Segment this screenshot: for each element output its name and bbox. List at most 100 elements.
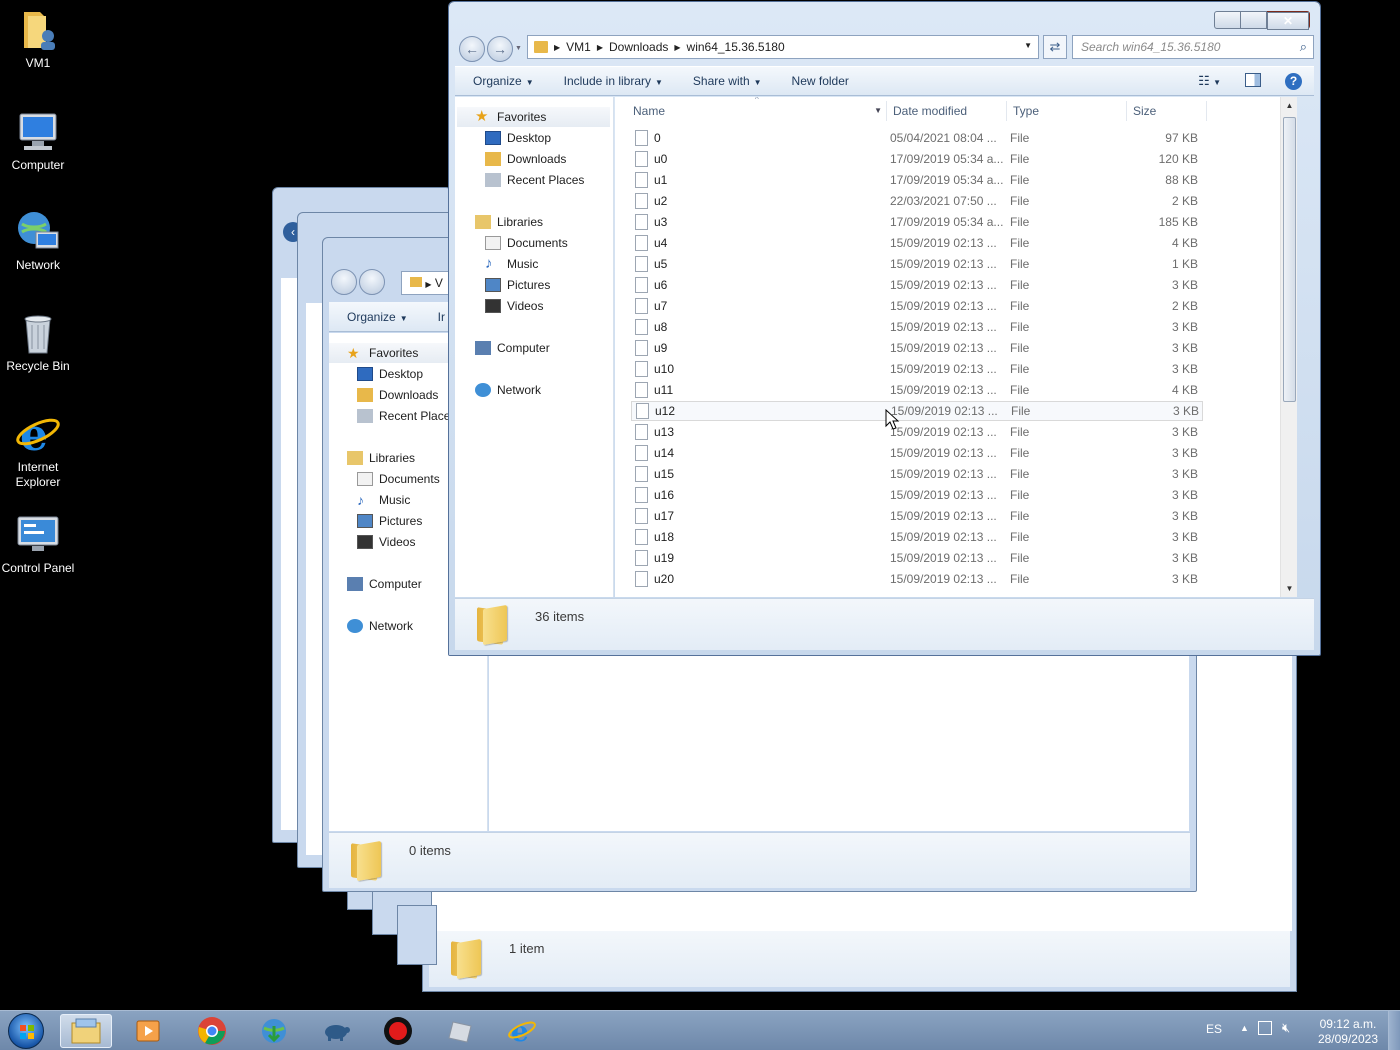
taskbar-recorder[interactable]: [372, 1014, 424, 1048]
forward-button[interactable]: [359, 269, 385, 295]
file-row[interactable]: u8 15/09/2019 02:13 ... File 3 KB: [631, 317, 1203, 337]
file-row[interactable]: u12 15/09/2019 02:13 ... File 3 KB: [631, 401, 1203, 421]
show-desktop-button[interactable]: [1388, 1011, 1400, 1050]
nav-downloads[interactable]: Downloads: [357, 385, 438, 405]
nav-music[interactable]: ♪ Music: [485, 254, 538, 274]
column-header-size[interactable]: Size: [1127, 101, 1207, 121]
maximize-button[interactable]: [1241, 11, 1267, 29]
nav-music[interactable]: ♪ Music: [357, 490, 410, 510]
file-row[interactable]: u5 15/09/2019 02:13 ... File 1 KB: [631, 254, 1203, 274]
file-row[interactable]: u9 15/09/2019 02:13 ... File 3 KB: [631, 338, 1203, 358]
include-in-library-button[interactable]: Include in library ▼: [564, 74, 663, 88]
nav-downloads[interactable]: Downloads: [485, 149, 566, 169]
organize-button[interactable]: Organize ▼: [473, 74, 534, 88]
taskbar-app-turtle[interactable]: [310, 1014, 362, 1048]
start-button[interactable]: [8, 1013, 44, 1049]
nav-documents[interactable]: Documents: [485, 233, 568, 253]
back-button[interactable]: ←: [459, 36, 485, 62]
help-icon[interactable]: ?: [1285, 73, 1302, 90]
file-row[interactable]: u10 15/09/2019 02:13 ... File 3 KB: [631, 359, 1203, 379]
nav-desktop[interactable]: Desktop: [485, 128, 551, 148]
column-header-type[interactable]: Type: [1007, 101, 1127, 121]
search-input[interactable]: Search win64_15.36.5180 ⌕: [1072, 35, 1314, 59]
nav-pictures[interactable]: Pictures: [357, 511, 422, 531]
breadcrumb-downloads[interactable]: Downloads: [609, 40, 668, 54]
file-row[interactable]: u11 15/09/2019 02:13 ... File 4 KB: [631, 380, 1203, 400]
nav-recent-places[interactable]: Recent Places: [485, 170, 584, 190]
vertical-scrollbar[interactable]: ▲ ▼: [1280, 97, 1297, 597]
file-row[interactable]: u7 15/09/2019 02:13 ... File 2 KB: [631, 296, 1203, 316]
taskbar-chrome[interactable]: [186, 1014, 238, 1048]
refresh-button[interactable]: ⇄: [1043, 35, 1067, 59]
file-row[interactable]: u6 15/09/2019 02:13 ... File 3 KB: [631, 275, 1203, 295]
taskbar-generic-app[interactable]: [434, 1014, 486, 1048]
file-row[interactable]: u4 15/09/2019 02:13 ... File 4 KB: [631, 233, 1203, 253]
share-with-button[interactable]: Share with ▼: [693, 74, 762, 88]
column-filter-dropdown[interactable]: ▼: [874, 106, 882, 115]
nav-network[interactable]: Network: [347, 616, 413, 636]
organize-button[interactable]: Organize ▼: [347, 310, 408, 324]
minimize-button[interactable]: [1214, 11, 1241, 29]
title-bar[interactable]: ✕: [449, 2, 1320, 32]
taskbar-media-player[interactable]: [122, 1014, 174, 1048]
show-hidden-icons-button[interactable]: ▲: [1240, 1023, 1249, 1033]
column-header-name[interactable]: Name ^ ▼: [625, 97, 887, 121]
nav-recent-places[interactable]: Recent Place: [357, 406, 450, 426]
desktop-icon-computer[interactable]: Computer: [0, 108, 76, 173]
breadcrumb-vm1[interactable]: VM1: [566, 40, 591, 54]
nav-pictures[interactable]: Pictures: [485, 275, 550, 295]
nav-libraries[interactable]: Libraries: [347, 448, 415, 468]
file-row[interactable]: u0 17/09/2019 05:34 a... File 120 KB: [631, 149, 1203, 169]
desktop-icon-vm1[interactable]: VM1: [0, 6, 76, 71]
scrollbar-thumb[interactable]: [1283, 117, 1296, 402]
breadcrumb-current-folder[interactable]: win64_15.36.5180: [687, 40, 785, 54]
preview-pane-button[interactable]: [1245, 73, 1261, 90]
file-row[interactable]: u19 15/09/2019 02:13 ... File 3 KB: [631, 548, 1203, 568]
network-status-icon[interactable]: [1258, 1021, 1272, 1035]
file-row[interactable]: u14 15/09/2019 02:13 ... File 3 KB: [631, 443, 1203, 463]
nav-computer[interactable]: Computer: [475, 338, 550, 358]
address-bar[interactable]: ▶ VM1 ▶ Downloads ▶ win64_15.36.5180 ▼: [527, 35, 1039, 59]
back-button[interactable]: [331, 269, 357, 295]
include-in-library-button[interactable]: Ir: [438, 310, 445, 324]
nav-documents[interactable]: Documents: [357, 469, 440, 489]
nav-libraries[interactable]: Libraries: [475, 212, 543, 232]
taskbar-internet-explorer[interactable]: e: [496, 1014, 548, 1048]
change-view-button[interactable]: ☷ ▼: [1198, 73, 1221, 90]
desktop-icon-recycle-bin[interactable]: Recycle Bin: [0, 309, 76, 374]
scroll-up-arrow-icon[interactable]: ▲: [1281, 101, 1297, 110]
nav-favorites[interactable]: ★ Favorites: [329, 343, 449, 363]
explorer-window[interactable]: ✕ ← → ▼ ▶ VM1 ▶ Downloads ▶ win64_15.36.…: [448, 1, 1321, 656]
file-row[interactable]: u15 15/09/2019 02:13 ... File 3 KB: [631, 464, 1203, 484]
desktop-icon-internet-explorer[interactable]: e Internet Explorer: [0, 410, 76, 490]
file-row[interactable]: u3 17/09/2019 05:34 a... File 185 KB: [631, 212, 1203, 232]
chevron-right-icon[interactable]: ▶: [674, 43, 680, 52]
file-row[interactable]: u17 15/09/2019 02:13 ... File 3 KB: [631, 506, 1203, 526]
file-row[interactable]: u13 15/09/2019 02:13 ... File 3 KB: [631, 422, 1203, 442]
taskbar-windows-explorer[interactable]: [60, 1014, 112, 1048]
new-folder-button[interactable]: New folder: [792, 74, 849, 88]
recent-pages-dropdown[interactable]: ▼: [515, 45, 522, 52]
nav-videos[interactable]: Videos: [485, 296, 543, 316]
file-row[interactable]: u1 17/09/2019 05:34 a... File 88 KB: [631, 170, 1203, 190]
language-indicator[interactable]: ES: [1206, 1022, 1222, 1036]
nav-network[interactable]: Network: [475, 380, 541, 400]
nav-favorites[interactable]: ★ Favorites: [457, 107, 610, 127]
desktop-icon-network[interactable]: Network: [0, 208, 76, 273]
search-icon[interactable]: ⌕: [1300, 39, 1307, 55]
volume-muted-icon[interactable]: 🔇︎: [1282, 1020, 1290, 1036]
file-row[interactable]: u20 15/09/2019 02:13 ... File 3 KB: [631, 569, 1203, 589]
forward-button[interactable]: →: [487, 36, 513, 62]
close-button[interactable]: ✕: [1267, 11, 1310, 30]
file-row[interactable]: 0 05/04/2021 08:04 ... File 97 KB: [631, 128, 1203, 148]
address-dropdown-icon[interactable]: ▼: [1024, 41, 1032, 50]
nav-videos[interactable]: Videos: [357, 532, 415, 552]
chevron-right-icon[interactable]: ▶: [597, 43, 603, 52]
clock[interactable]: 09:12 a.m. 28/09/2023: [1318, 1017, 1378, 1047]
file-row[interactable]: u2 22/03/2021 07:50 ... File 2 KB: [631, 191, 1203, 211]
file-row[interactable]: u18 15/09/2019 02:13 ... File 3 KB: [631, 527, 1203, 547]
nav-desktop[interactable]: Desktop: [357, 364, 423, 384]
file-row[interactable]: u16 15/09/2019 02:13 ... File 3 KB: [631, 485, 1203, 505]
chevron-right-icon[interactable]: ▶: [554, 43, 560, 52]
nav-computer[interactable]: Computer: [347, 574, 422, 594]
